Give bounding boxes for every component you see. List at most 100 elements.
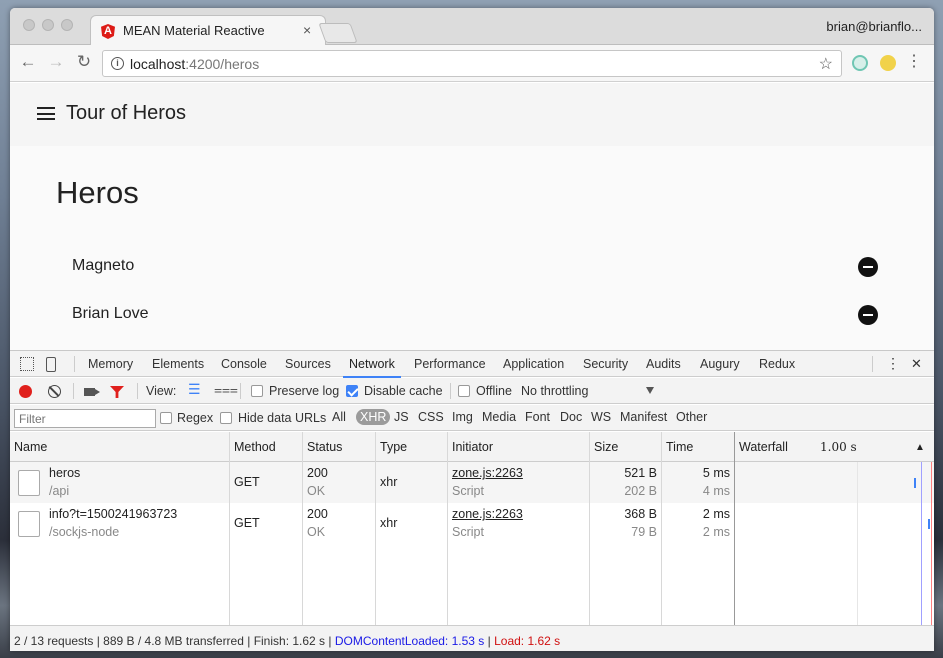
menu-icon[interactable] [37, 107, 55, 120]
divider [137, 383, 138, 399]
request-status: 200 [307, 466, 328, 480]
tab-security[interactable]: Security [583, 357, 628, 371]
large-rows-icon[interactable]: ☰ [188, 381, 201, 398]
device-toolbar-icon[interactable] [46, 357, 56, 372]
regex-checkbox[interactable] [160, 412, 172, 424]
browser-menu-icon[interactable]: ⋮ [906, 53, 922, 71]
type-filter-xhr[interactable]: XHR [356, 409, 391, 425]
request-time: 2 ms [702, 507, 730, 521]
new-tab-button[interactable] [318, 23, 358, 43]
tab-redux[interactable]: Redux [759, 357, 795, 371]
redux-extension-icon[interactable] [880, 55, 896, 71]
column-time[interactable]: Time [666, 440, 693, 454]
table-row[interactable]: info?t=1500241963723 /sockjs-node GET 20… [10, 503, 934, 544]
table-row[interactable]: heros /api GET 200 OK xhr zone.js:2263 S… [10, 462, 934, 503]
request-name[interactable]: heros [49, 466, 80, 480]
type-filter-all[interactable]: All [332, 410, 346, 424]
app-title: Tour of Heros [66, 102, 187, 124]
tab-augury[interactable]: Augury [700, 357, 740, 371]
hide-data-urls-checkbox[interactable] [220, 412, 232, 424]
request-type: xhr [380, 516, 398, 530]
dom-content-loaded-text: DOMContentLoaded: 1.53 s [334, 634, 485, 648]
record-icon[interactable] [19, 385, 32, 398]
waterfall-bar [914, 478, 916, 488]
hero-name[interactable]: Magneto [72, 257, 134, 275]
info-icon[interactable]: i [111, 57, 124, 70]
load-time-text: Load: 1.62 s [494, 634, 561, 648]
address-bar[interactable]: i localhost:4200/heros ☆ [102, 50, 842, 77]
initiator-link[interactable]: zone.js:2263 [452, 466, 523, 480]
chevron-down-icon[interactable] [646, 387, 654, 394]
type-filter-js[interactable]: JS [394, 410, 409, 424]
type-filter-ws[interactable]: WS [591, 410, 611, 424]
type-filter-media[interactable]: Media [482, 410, 516, 424]
column-type[interactable]: Type [380, 440, 407, 454]
sort-arrow-icon[interactable]: ▲ [915, 442, 925, 453]
reload-button[interactable]: ↻ [74, 53, 94, 71]
divider [73, 383, 74, 399]
minimize-window-button[interactable] [42, 19, 54, 31]
forward-button[interactable]: → [46, 53, 66, 71]
inspect-element-icon[interactable] [20, 357, 34, 371]
type-filter-other[interactable]: Other [676, 410, 707, 424]
more-options-icon[interactable]: ⋮ [886, 355, 900, 372]
close-window-button[interactable] [23, 19, 35, 31]
back-button[interactable]: ← [18, 53, 38, 71]
close-devtools-icon[interactable]: ✕ [911, 356, 922, 372]
request-name[interactable]: info?t=1500241963723 [49, 507, 177, 521]
request-path: /sockjs-node [49, 525, 120, 539]
zoom-window-button[interactable] [61, 19, 73, 31]
filter-icon[interactable] [110, 386, 124, 398]
request-status-text: OK [307, 484, 326, 498]
column-divider[interactable] [229, 432, 230, 625]
column-method[interactable]: Method [234, 440, 276, 454]
preserve-log-checkbox[interactable] [251, 385, 263, 397]
filter-bar: Regex Hide data URLs All XHR JS CSS Img … [10, 405, 934, 431]
url-text[interactable]: localhost:4200/heros [130, 56, 259, 72]
type-filter-css[interactable]: CSS [418, 410, 444, 424]
extension-icon[interactable] [852, 55, 868, 71]
column-divider[interactable] [734, 432, 735, 625]
column-divider[interactable] [447, 432, 448, 625]
request-size: 521 B [624, 466, 657, 480]
summary-text: 2 / 13 requests | 889 B / 4.8 MB transfe… [14, 634, 332, 648]
column-size[interactable]: Size [594, 440, 618, 454]
column-divider[interactable] [589, 432, 590, 625]
filter-input[interactable] [14, 409, 156, 428]
column-divider[interactable] [375, 432, 376, 625]
type-filter-doc[interactable]: Doc [560, 410, 582, 424]
capture-screenshots-icon[interactable] [84, 388, 100, 396]
throttling-select[interactable]: No throttling [521, 384, 588, 398]
waterfall-overview-icon[interactable]: ⩶ [214, 381, 238, 398]
hero-name[interactable]: Brian Love [72, 305, 149, 323]
browser-tab[interactable]: MEAN Material Reactive × [90, 15, 326, 45]
offline-checkbox[interactable] [458, 385, 470, 397]
type-filter-font[interactable]: Font [525, 410, 550, 424]
tab-console[interactable]: Console [221, 357, 267, 371]
bookmark-star-icon[interactable]: ☆ [819, 54, 833, 74]
type-filter-manifest[interactable]: Manifest [620, 410, 667, 424]
type-filter-img[interactable]: Img [452, 410, 473, 424]
initiator-link[interactable]: zone.js:2263 [452, 507, 523, 521]
tab-network[interactable]: Network [343, 357, 401, 378]
clear-icon[interactable] [48, 385, 61, 398]
column-divider[interactable] [661, 432, 662, 625]
column-name[interactable]: Name [14, 440, 47, 454]
angular-icon [101, 24, 115, 39]
tab-memory[interactable]: Memory [88, 357, 133, 371]
remove-hero-icon[interactable] [858, 257, 878, 277]
disable-cache-checkbox[interactable] [346, 385, 358, 397]
tab-elements[interactable]: Elements [152, 357, 204, 371]
tab-audits[interactable]: Audits [646, 357, 681, 371]
profile-name[interactable]: brian@brianflo... [826, 19, 922, 34]
column-status[interactable]: Status [307, 440, 342, 454]
column-divider[interactable] [302, 432, 303, 625]
tab-title: MEAN Material Reactive [123, 23, 265, 38]
column-initiator[interactable]: Initiator [452, 440, 493, 454]
tab-application[interactable]: Application [503, 357, 564, 371]
remove-hero-icon[interactable] [858, 305, 878, 325]
tab-sources[interactable]: Sources [285, 357, 331, 371]
tab-performance[interactable]: Performance [414, 357, 486, 371]
tab-close-icon[interactable]: × [303, 22, 311, 38]
column-waterfall[interactable]: Waterfall [739, 440, 788, 454]
